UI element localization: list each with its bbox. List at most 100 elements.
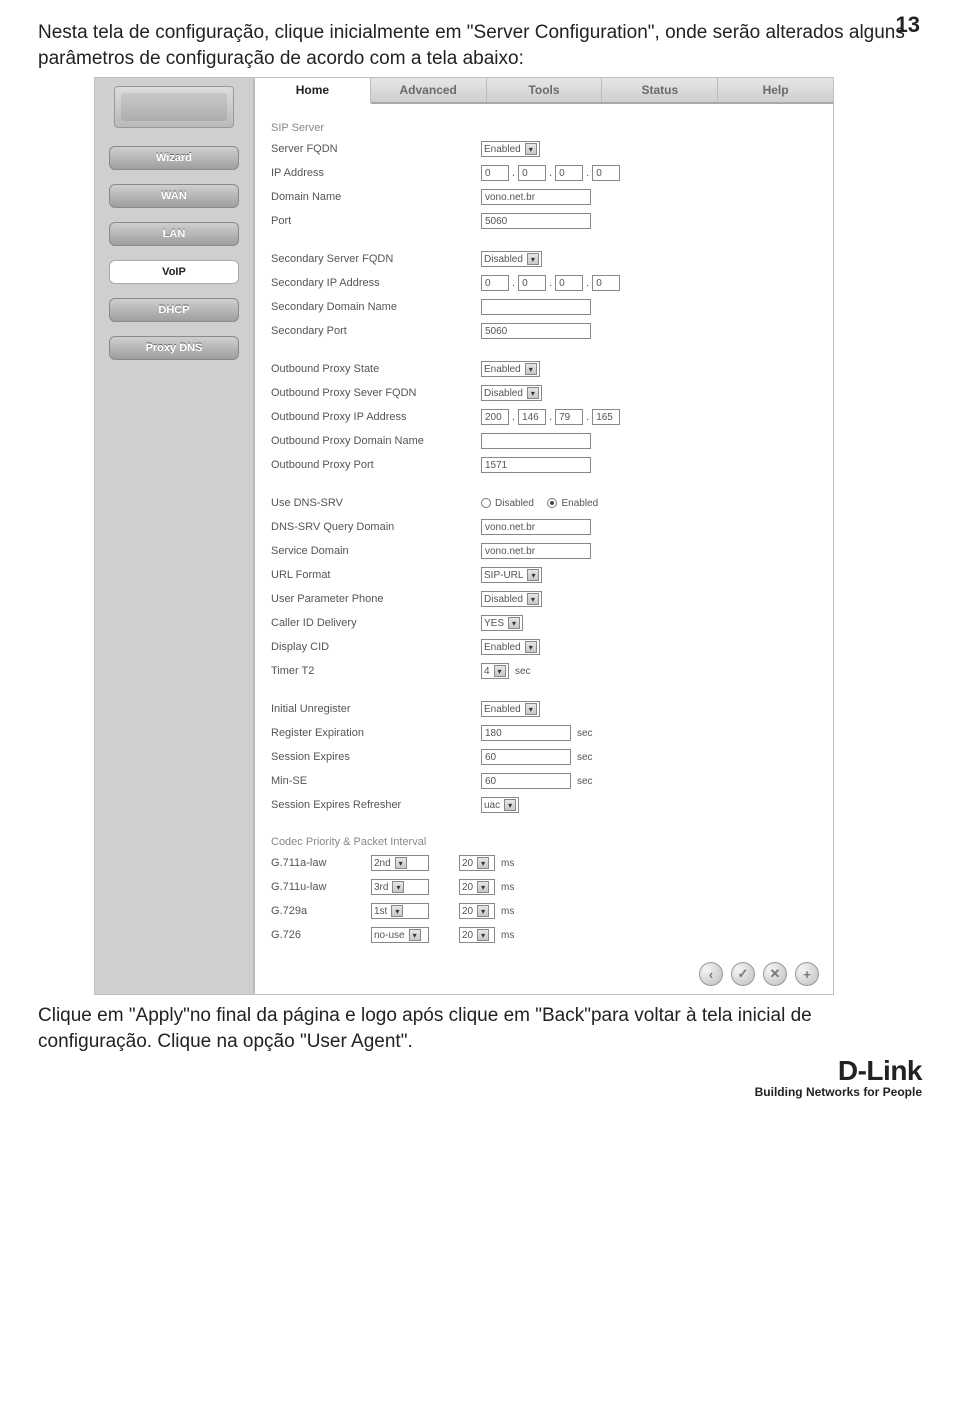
chevron-down-icon: ▾: [527, 253, 539, 265]
add-button[interactable]: +: [795, 962, 819, 986]
input-dns-query-domain[interactable]: vono.net.br: [481, 519, 591, 535]
radio-label-disabled: Disabled: [495, 498, 534, 509]
input-domain-name[interactable]: vono.net.br: [481, 189, 591, 205]
tab-status[interactable]: Status: [602, 78, 718, 102]
chevron-down-icon: ▾: [409, 929, 421, 941]
label-domain-name: Domain Name: [271, 191, 481, 203]
select-display-cid[interactable]: Enabled▾: [481, 639, 540, 655]
codec-title: Codec Priority & Packet Interval: [271, 836, 817, 848]
codec-prio-2[interactable]: 1st▾: [371, 903, 429, 919]
label-reg-exp: Register Expiration: [271, 727, 481, 739]
sidebar-item-wizard[interactable]: Wizard: [109, 146, 239, 170]
unit-sec: sec: [577, 752, 593, 763]
label-server-fqdn: Server FQDN: [271, 143, 481, 155]
unit-ms: ms: [501, 858, 514, 869]
input-ob-port[interactable]: 1571: [481, 457, 591, 473]
ip-octet-1[interactable]: 0: [481, 165, 509, 181]
sec-ip-4[interactable]: 0: [592, 275, 620, 291]
form-area: SIP Server Server FQDN Enabled▾ IP Addre…: [255, 104, 833, 956]
codec-ms-0[interactable]: 20▾: [459, 855, 495, 871]
codec-name-1: G.711u-law: [271, 881, 371, 893]
label-initial-unreg: Initial Unregister: [271, 703, 481, 715]
chevron-down-icon: ▾: [392, 881, 404, 893]
codec-name-2: G.729a: [271, 905, 371, 917]
sec-ip-1[interactable]: 0: [481, 275, 509, 291]
ob-ip-2[interactable]: 146: [518, 409, 546, 425]
sidebar-item-lan[interactable]: LAN: [109, 222, 239, 246]
input-port[interactable]: 5060: [481, 213, 591, 229]
chevron-down-icon: ▾: [477, 929, 489, 941]
brand-name: D-Link: [838, 1055, 922, 1086]
chevron-down-icon: ▾: [527, 387, 539, 399]
intro-text: Nesta tela de configuração, clique inici…: [38, 20, 922, 71]
input-service-domain[interactable]: vono.net.br: [481, 543, 591, 559]
label-sec-domain: Secondary Domain Name: [271, 301, 481, 313]
codec-ms-2[interactable]: 20▾: [459, 903, 495, 919]
input-min-se[interactable]: 60: [481, 773, 571, 789]
select-caller-id[interactable]: YES▾: [481, 615, 523, 631]
label-user-param-phone: User Parameter Phone: [271, 593, 481, 605]
select-user-param-phone[interactable]: Disabled▾: [481, 591, 542, 607]
ip-octet-2[interactable]: 0: [518, 165, 546, 181]
label-min-se: Min-SE: [271, 775, 481, 787]
radio-dns-srv-enabled[interactable]: [547, 498, 557, 508]
select-initial-unreg[interactable]: Enabled▾: [481, 701, 540, 717]
select-sec-fqdn[interactable]: Disabled▾: [481, 251, 542, 267]
label-display-cid: Display CID: [271, 641, 481, 653]
chevron-down-icon: ▾: [391, 905, 403, 917]
ip-octet-3[interactable]: 0: [555, 165, 583, 181]
label-ip-address: IP Address: [271, 167, 481, 179]
select-ob-fqdn[interactable]: Disabled▾: [481, 385, 542, 401]
tab-help[interactable]: Help: [718, 78, 833, 102]
codec-prio-0[interactable]: 2nd▾: [371, 855, 429, 871]
select-url-format[interactable]: SIP-URL▾: [481, 567, 542, 583]
input-reg-exp[interactable]: 180: [481, 725, 571, 741]
tab-tools[interactable]: Tools: [487, 78, 603, 102]
radio-dns-srv-disabled[interactable]: [481, 498, 491, 508]
ob-ip-3[interactable]: 79: [555, 409, 583, 425]
select-ob-state[interactable]: Enabled▾: [481, 361, 540, 377]
router-config-screenshot: Wizard WAN LAN VoIP DHCP Proxy DNS Home …: [94, 77, 834, 995]
sidebar-item-wan[interactable]: WAN: [109, 184, 239, 208]
unit-sec: sec: [577, 776, 593, 787]
input-session-exp[interactable]: 60: [481, 749, 571, 765]
label-ob-fqdn: Outbound Proxy Sever FQDN: [271, 387, 481, 399]
label-ob-domain: Outbound Proxy Domain Name: [271, 435, 481, 447]
ob-ip-4[interactable]: 165: [592, 409, 620, 425]
select-timer-t2[interactable]: 4▾: [481, 663, 509, 679]
chevron-down-icon: ▾: [525, 363, 537, 375]
chevron-down-icon: ▾: [508, 617, 520, 629]
chevron-down-icon: ▾: [477, 881, 489, 893]
radio-label-enabled: Enabled: [561, 498, 598, 509]
label-session-exp: Session Expires: [271, 751, 481, 763]
codec-ms-1[interactable]: 20▾: [459, 879, 495, 895]
sec-ip-2[interactable]: 0: [518, 275, 546, 291]
chevron-down-icon: ▾: [504, 799, 516, 811]
page-number: 13: [896, 12, 920, 38]
sidebar-item-dhcp[interactable]: DHCP: [109, 298, 239, 322]
tab-advanced[interactable]: Advanced: [371, 78, 487, 102]
codec-ms-3[interactable]: 20▾: [459, 927, 495, 943]
label-use-dns-srv: Use DNS-SRV: [271, 497, 481, 509]
sec-ip-3[interactable]: 0: [555, 275, 583, 291]
unit-ms: ms: [501, 930, 514, 941]
ob-ip-1[interactable]: 200: [481, 409, 509, 425]
select-refresher[interactable]: uac▾: [481, 797, 519, 813]
sidebar-item-proxy-dns[interactable]: Proxy DNS: [109, 336, 239, 360]
sidebar-item-voip[interactable]: VoIP: [109, 260, 239, 284]
cancel-button[interactable]: ✕: [763, 962, 787, 986]
action-buttons: ‹ ✓ ✕ +: [255, 956, 833, 994]
sip-server-title: SIP Server: [271, 122, 817, 134]
apply-button[interactable]: ✓: [731, 962, 755, 986]
back-button[interactable]: ‹: [699, 962, 723, 986]
codec-prio-3[interactable]: no-use▾: [371, 927, 429, 943]
input-ob-domain[interactable]: [481, 433, 591, 449]
ip-octet-4[interactable]: 0: [592, 165, 620, 181]
input-sec-domain[interactable]: [481, 299, 591, 315]
chevron-down-icon: ▾: [494, 665, 506, 677]
input-sec-port[interactable]: 5060: [481, 323, 591, 339]
tab-home[interactable]: Home: [255, 78, 371, 104]
codec-prio-1[interactable]: 3rd▾: [371, 879, 429, 895]
chevron-down-icon: ▾: [525, 143, 537, 155]
select-server-fqdn[interactable]: Enabled▾: [481, 141, 540, 157]
